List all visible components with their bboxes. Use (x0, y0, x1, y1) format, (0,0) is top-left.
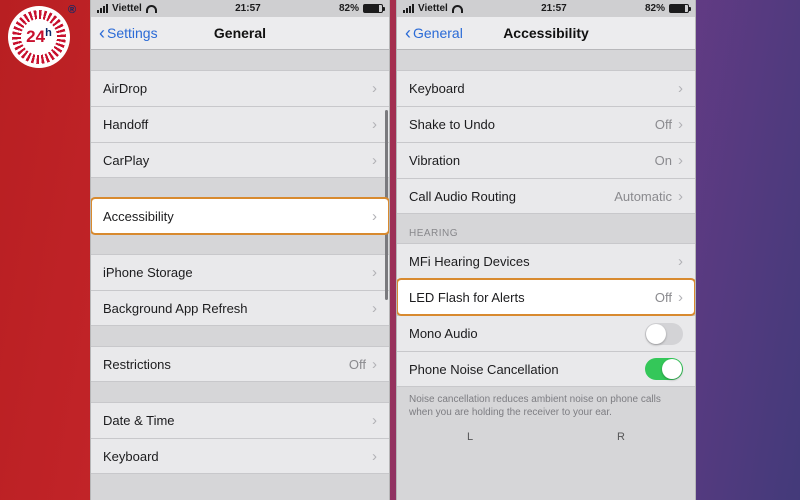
row-value: On (655, 153, 678, 168)
phone-accessibility: Viettel 21:57 82% ‹ General Accessibilit… (396, 0, 696, 500)
chevron-right-icon: › (678, 188, 683, 205)
row-label: Background App Refresh (103, 301, 248, 316)
row-shake-to-undo[interactable]: Shake to Undo Off› (397, 106, 695, 142)
chevron-right-icon: › (372, 264, 377, 281)
chevron-right-icon: › (372, 300, 377, 317)
row-accessibility[interactable]: Accessibility › (91, 198, 389, 234)
chevron-right-icon: › (678, 289, 683, 306)
back-label: General (413, 25, 463, 41)
chevron-right-icon: › (372, 80, 377, 97)
row-label: Call Audio Routing (409, 189, 516, 204)
carrier-label: Viettel (112, 3, 142, 14)
row-keyboard[interactable]: Keyboard › (91, 438, 389, 474)
chevron-right-icon: › (678, 116, 683, 133)
row-label: Shake to Undo (409, 117, 495, 132)
row-mfi-hearing[interactable]: MFi Hearing Devices › (397, 243, 695, 279)
row-label: LED Flash for Alerts (409, 290, 525, 305)
row-label: MFi Hearing Devices (409, 254, 530, 269)
section-header-hearing: HEARING (397, 214, 695, 243)
signal-icon (97, 4, 108, 13)
screenshots-stage: Viettel 21:57 82% ‹ Settings General Air… (90, 0, 700, 500)
nav-bar: ‹ Settings General (91, 17, 389, 50)
brand-logo: 24h (8, 6, 70, 68)
settings-list: AirDrop › Handoff › CarPlay › Accessibility… (91, 50, 389, 500)
row-label: AirDrop (103, 81, 147, 96)
brand-registered: ® (68, 4, 76, 16)
battery-pct: 82% (645, 3, 665, 14)
noise-cancel-footer: Noise cancellation reduces ambient noise… (397, 387, 695, 427)
settings-list: Keyboard› Shake to UndoOff› VibrationOn›… (397, 50, 695, 500)
chevron-right-icon: › (372, 356, 377, 373)
row-handoff[interactable]: Handoff › (91, 106, 389, 142)
chevron-right-icon: › (678, 80, 683, 97)
row-label: Keyboard (103, 449, 159, 464)
row-value: Off (655, 117, 678, 132)
row-keyboard[interactable]: Keyboard › (397, 70, 695, 106)
balance-right-label: R (617, 431, 625, 443)
chevron-right-icon: › (678, 253, 683, 270)
chevron-right-icon: › (678, 152, 683, 169)
balance-labels: L R (397, 427, 695, 443)
signal-icon (403, 4, 414, 13)
row-label: Phone Noise Cancellation (409, 362, 559, 377)
row-noise-cancel[interactable]: Phone Noise Cancellation (397, 351, 695, 387)
row-label: CarPlay (103, 153, 149, 168)
nav-bar: ‹ General Accessibility (397, 17, 695, 50)
row-call-audio-routing[interactable]: Call Audio Routing Automatic› (397, 178, 695, 214)
row-restrictions[interactable]: Restrictions Off› (91, 346, 389, 382)
clock: 21:57 (235, 3, 261, 14)
row-iphone-storage[interactable]: iPhone Storage › (91, 254, 389, 290)
row-label: Keyboard (409, 81, 465, 96)
row-bg-refresh[interactable]: Background App Refresh › (91, 290, 389, 326)
wifi-icon (146, 5, 157, 13)
toggle-noise-cancel[interactable] (645, 358, 683, 380)
row-airdrop[interactable]: AirDrop › (91, 70, 389, 106)
balance-left-label: L (467, 431, 473, 443)
battery-icon (669, 4, 689, 13)
phone-general: Viettel 21:57 82% ‹ Settings General Air… (90, 0, 390, 500)
battery-pct: 82% (339, 3, 359, 14)
chevron-right-icon: › (372, 412, 377, 429)
row-led-flash[interactable]: LED Flash for Alerts Off› (397, 279, 695, 315)
row-label: Date & Time (103, 413, 175, 428)
status-bar: Viettel 21:57 82% (397, 0, 695, 17)
row-carplay[interactable]: CarPlay › (91, 142, 389, 178)
row-label: Handoff (103, 117, 148, 132)
back-button[interactable]: ‹ General (405, 25, 463, 41)
chevron-right-icon: › (372, 116, 377, 133)
row-label: Vibration (409, 153, 460, 168)
row-vibration[interactable]: Vibration On› (397, 142, 695, 178)
clock: 21:57 (541, 3, 567, 14)
status-bar: Viettel 21:57 82% (91, 0, 389, 17)
carrier-label: Viettel (418, 3, 448, 14)
row-label: Accessibility (103, 209, 174, 224)
row-label: iPhone Storage (103, 265, 193, 280)
chevron-right-icon: › (372, 448, 377, 465)
row-value: Off (349, 357, 372, 372)
wifi-icon (452, 5, 463, 13)
back-label: Settings (107, 25, 158, 41)
row-label: Restrictions (103, 357, 171, 372)
toggle-mono-audio[interactable] (645, 323, 683, 345)
row-date-time[interactable]: Date & Time › (91, 402, 389, 438)
row-value: Off (655, 290, 678, 305)
row-value: Automatic (614, 189, 678, 204)
row-label: Mono Audio (409, 326, 478, 341)
chevron-right-icon: › (372, 208, 377, 225)
row-mono-audio[interactable]: Mono Audio (397, 315, 695, 351)
chevron-right-icon: › (372, 152, 377, 169)
battery-icon (363, 4, 383, 13)
back-button[interactable]: ‹ Settings (99, 25, 158, 41)
